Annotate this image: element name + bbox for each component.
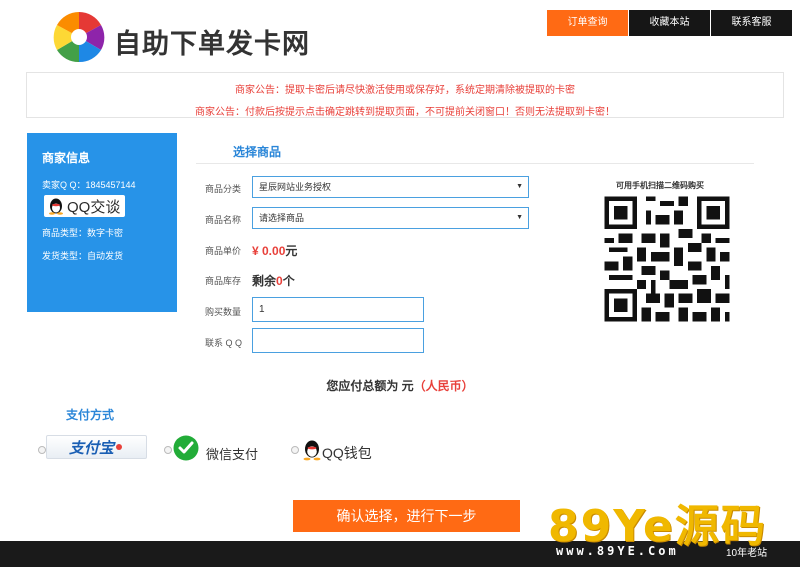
category-select-value: 星辰网站业务授权 <box>259 182 332 192</box>
qq-wallet-icon[interactable] <box>302 439 322 461</box>
alipay-radio[interactable] <box>38 446 46 454</box>
wechat-pay-radio[interactable] <box>164 446 172 454</box>
merchant-title: 商家信息 <box>42 151 91 165</box>
product-name-label: 商品名称 <box>205 215 242 225</box>
price-unit: 元 <box>285 244 298 258</box>
qq-penguin-icon <box>49 198 63 215</box>
divider <box>196 163 754 164</box>
contact-qq-input[interactable] <box>252 328 424 353</box>
alipay-label: 支付宝 <box>68 439 114 457</box>
notice-box: 商家公告：提取卡密后请尽快激活使用或保存好，系统定期清除被提取的卡密 商家公告：… <box>26 72 784 118</box>
stock-count: 0 <box>276 274 283 288</box>
merchant-goods-type: 商品类型：数字卡密 <box>42 228 124 238</box>
qq-wallet-radio[interactable] <box>291 446 299 454</box>
watermark-badge: 10年老站 <box>726 548 768 559</box>
wechat-pay-label[interactable]: 微信支付 <box>206 444 258 463</box>
total-currency: （人民币） <box>413 379 474 393</box>
qq-chat-button[interactable]: QQ交谈 <box>44 195 126 217</box>
total-prefix: 您应付总额为 元 <box>326 379 414 393</box>
merchant-info-panel: 商家信息 卖家Q Q：1845457144 QQ交谈 商品类型：数字卡密 发货类… <box>27 133 177 312</box>
watermark-url: www.89YE.Com <box>556 544 679 558</box>
qq-wallet-label[interactable]: QQ钱包 <box>322 443 372 463</box>
site-logo-icon <box>53 11 105 63</box>
top-nav: 订单查询 收藏本站 联系客服 <box>546 10 792 36</box>
payment-title: 支付方式 <box>66 408 115 422</box>
quantity-label: 购买数量 <box>205 307 242 317</box>
product-name-select-value: 请选择商品 <box>259 213 305 223</box>
price-amount: ¥ 0.00 <box>252 244 286 258</box>
wechat-pay-icon[interactable] <box>173 435 199 461</box>
quantity-input[interactable]: 1 <box>252 297 424 322</box>
product-name-select[interactable]: 请选择商品 ▼ <box>252 207 529 229</box>
section-title: 选择商品 <box>233 145 282 159</box>
nav-contact-service[interactable]: 联系客服 <box>711 10 792 36</box>
qr-caption: 可用手机扫描二维码购买 <box>616 181 704 190</box>
contact-qq-label: 联系 Q Q <box>205 338 243 348</box>
nav-bookmark-site[interactable]: 收藏本站 <box>629 10 710 36</box>
category-select[interactable]: 星辰网站业务授权 ▼ <box>252 176 529 198</box>
merchant-qq: 卖家Q Q：1845457144 <box>42 180 136 190</box>
stock-label: 商品库存 <box>205 276 242 286</box>
qq-chat-label: QQ交谈 <box>67 198 121 216</box>
notice-line: 商家公告：付款后按提示点击确定跳转到提取页面，不可提前关闭窗口！否则无法提取到卡… <box>195 107 615 118</box>
confirm-next-button[interactable]: 确认选择，进行下一步 <box>293 500 520 532</box>
notice-line: 商家公告：提取卡密后请尽快激活使用或保存好，系统定期清除被提取的卡密 <box>235 85 575 96</box>
alipay-dot-icon <box>116 444 122 450</box>
site-title: 自助下单发卡网 <box>114 29 310 59</box>
stock-prefix: 剩余 <box>252 274 277 288</box>
stock-value: 剩余0个 <box>252 272 295 289</box>
merchant-delivery-type: 发货类型：自动发货 <box>42 251 124 261</box>
nav-order-query[interactable]: 订单查询 <box>547 10 628 36</box>
stock-unit: 个 <box>282 274 295 288</box>
price-value: ¥ 0.00元 <box>252 242 297 259</box>
chevron-down-icon: ▼ <box>516 183 523 190</box>
category-label: 商品分类 <box>205 184 242 194</box>
total-amount: 您应付总额为 元（人民币） <box>0 377 800 394</box>
qr-code-icon <box>600 192 734 326</box>
price-label: 商品单价 <box>205 246 242 256</box>
alipay-option[interactable]: 支付宝 <box>46 435 147 459</box>
chevron-down-icon: ▼ <box>516 214 523 221</box>
